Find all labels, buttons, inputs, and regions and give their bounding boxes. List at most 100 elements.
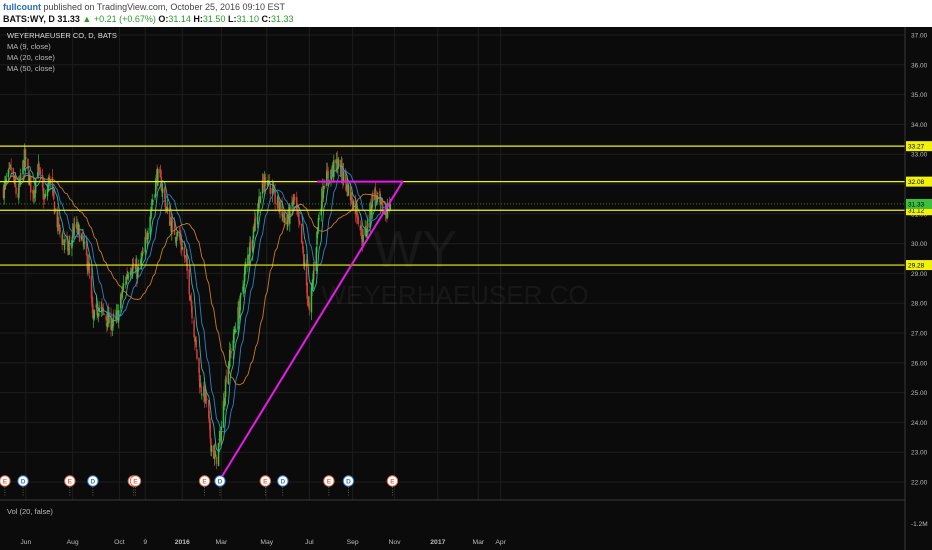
candle-body <box>64 239 66 243</box>
candle-body <box>362 235 364 243</box>
open-value: 31.14 <box>168 14 191 24</box>
x-tick-label: 2016 <box>175 539 190 546</box>
candle-body <box>191 306 193 319</box>
y-tick-label: 36.00 <box>911 62 928 69</box>
y-tick-label: 33.00 <box>911 152 928 159</box>
candle-body <box>83 242 86 243</box>
candle-body <box>298 220 301 225</box>
candle-body <box>249 240 252 251</box>
event-marker-label: D <box>21 478 26 485</box>
candle-body <box>29 176 32 193</box>
candle-body <box>254 216 257 222</box>
candle-body <box>377 193 379 195</box>
candle-body <box>142 251 144 254</box>
author-link[interactable]: fullcount <box>3 2 41 12</box>
candle-body <box>293 197 296 201</box>
open-label: O: <box>158 14 169 24</box>
candle-body <box>230 350 232 354</box>
watermark-name: WEYERHAEUSER CO <box>321 280 588 310</box>
y-tick-label: 25.00 <box>911 390 928 397</box>
candle-body <box>327 170 329 179</box>
y-tick-label: 27.00 <box>911 331 928 338</box>
level-tag-label: 29.28 <box>908 263 925 270</box>
x-tick-label: Nov <box>388 539 401 546</box>
y-tick-label: 23.00 <box>911 450 928 457</box>
candle-body <box>300 223 303 243</box>
y-tick-label: 35.00 <box>911 92 928 99</box>
candle-body <box>225 377 227 383</box>
event-marker-label: D <box>218 478 223 485</box>
x-tick-label: 9 <box>143 539 147 546</box>
x-tick-label: Sep <box>347 539 359 546</box>
candle-body <box>235 330 237 332</box>
high-value: 31.50 <box>202 14 226 24</box>
y-tick-label: 37.00 <box>911 33 928 40</box>
y-tick-label: 22.00 <box>911 480 928 487</box>
x-tick-label: Aug <box>67 539 79 546</box>
candle-body <box>171 220 174 223</box>
candle-body <box>347 184 350 196</box>
candle-body <box>181 247 184 249</box>
candle-body <box>39 170 42 175</box>
candle-body <box>59 227 61 233</box>
candle-body <box>240 293 242 296</box>
level-tag-label: 32.08 <box>908 179 925 186</box>
candle-body <box>200 385 202 393</box>
candle-body <box>78 228 81 242</box>
candle-body <box>308 302 311 311</box>
publish-info: published on TradingView.com, October 25… <box>43 2 286 12</box>
x-tick-label: Apr <box>495 539 506 546</box>
candle-body <box>121 292 123 298</box>
level-tag-label: 33.27 <box>908 144 925 151</box>
low-value: 31.10 <box>236 14 259 24</box>
event-marker-label: E <box>68 478 73 485</box>
legend-ma20: MA (20, close) <box>7 53 55 62</box>
y-tick-label: 24.00 <box>911 420 928 427</box>
ohlc-line: BATS:WY, D 31.33 ▲ +0.21 (+0.67%) O:31.1… <box>3 14 294 24</box>
symbol-label[interactable]: BATS:WY, D <box>3 14 55 24</box>
candle-body <box>269 183 271 194</box>
event-marker-label: E <box>263 478 268 485</box>
candle-body <box>10 166 12 171</box>
candle-body <box>127 276 130 278</box>
candle-body <box>175 238 178 241</box>
candle-body <box>215 456 218 465</box>
candle-body <box>337 159 340 166</box>
candle-body <box>372 192 374 202</box>
event-marker-label: D <box>280 478 285 485</box>
y-tick-label: 26.00 <box>911 360 928 367</box>
candle-body <box>101 304 103 308</box>
y-tick-label: 28.00 <box>911 301 928 308</box>
candle-body <box>122 283 125 286</box>
x-tick-label: Jul <box>305 539 314 546</box>
candle-body <box>183 247 186 257</box>
candle-body <box>357 216 359 225</box>
candle-body <box>176 231 179 237</box>
candle-body <box>326 170 328 186</box>
x-tick-label: 2017 <box>430 539 445 546</box>
candle-body <box>25 157 27 159</box>
event-marker-label: E <box>327 478 332 485</box>
watermark-ticker: WY <box>373 221 457 279</box>
x-tick-label: Mar <box>472 539 484 546</box>
event-marker-label: E <box>202 478 207 485</box>
high-label: H: <box>193 14 203 24</box>
candle-body <box>93 309 96 319</box>
chart-header: fullcount published on TradingView.com, … <box>0 0 932 27</box>
volume-label: Vol (20, false) <box>7 507 53 516</box>
event-marker-label: D <box>91 478 96 485</box>
event-marker-label: D <box>346 478 351 485</box>
candle-body <box>186 257 188 271</box>
candle-body <box>215 454 217 457</box>
x-tick-label: Jun <box>20 539 31 546</box>
event-marker-label: E <box>3 478 8 485</box>
candle-body <box>132 263 135 269</box>
y-tick-label: 30.00 <box>911 241 928 248</box>
price-chart[interactable]: WY WEYERHAEUSER CO EDEDEEEDEDEDE Vol (20… <box>0 27 932 550</box>
candle-body <box>105 315 107 321</box>
x-tick-label: May <box>260 539 273 546</box>
y-tick-label: 29.00 <box>911 271 928 278</box>
candle-body <box>298 213 300 222</box>
candle-body <box>161 188 164 193</box>
candle-body <box>147 233 149 240</box>
